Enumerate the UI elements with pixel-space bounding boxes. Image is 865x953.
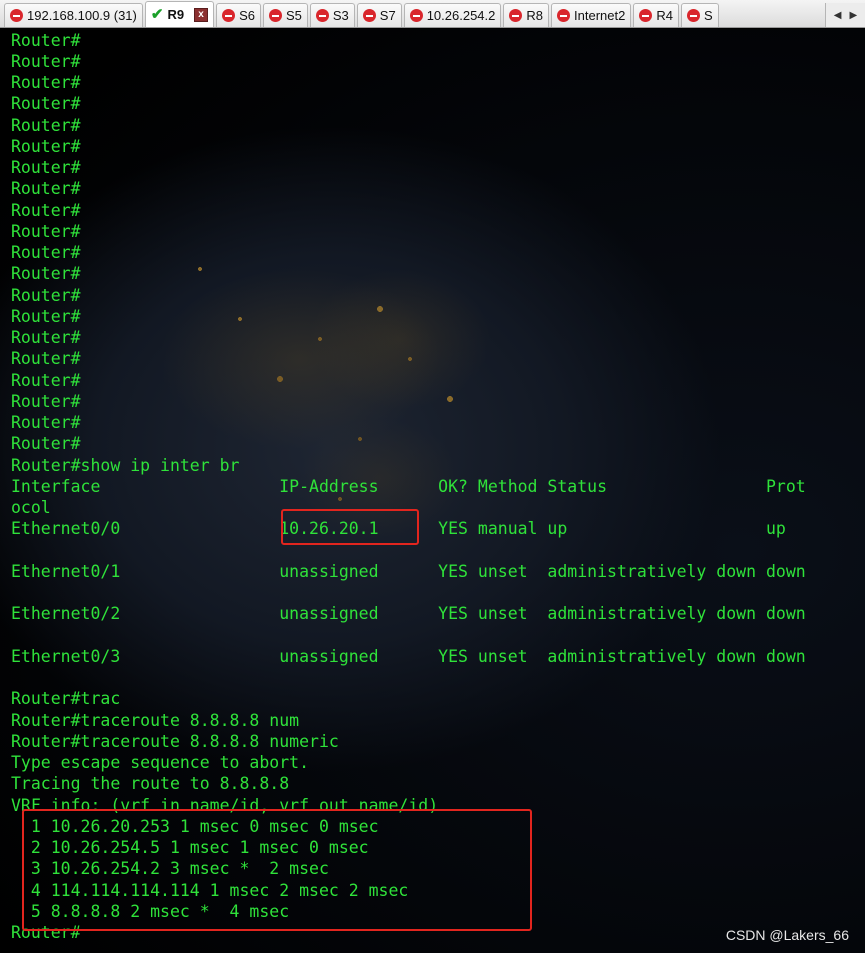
disconnected-icon <box>409 9 423 22</box>
scroll-right-icon[interactable]: ▶ <box>850 10 858 21</box>
tab-session-1[interactable]: 192.168.100.9 (31) <box>4 3 143 27</box>
tab-label: S6 <box>239 8 255 23</box>
terminal-line: Router# <box>11 221 81 241</box>
terminal-line: Router# <box>11 328 81 347</box>
disconnected-icon <box>639 9 653 22</box>
terminal-line: Router# <box>11 391 81 411</box>
disconnected-icon <box>509 9 523 22</box>
terminal-line: VRF info: (vrf in name/id, vrf out name/… <box>11 795 439 815</box>
tab-scroll-arrows: ◀ ▶ <box>825 3 865 27</box>
disconnected-icon <box>557 9 571 22</box>
terminal-line: Router# <box>11 30 81 50</box>
tab-session-internet2[interactable]: Internet2 <box>551 3 632 27</box>
tab-label: R9 <box>167 7 185 22</box>
tab-session-s3[interactable]: S3 <box>309 3 355 27</box>
tab-label: 192.168.100.9 (31) <box>27 8 137 23</box>
terminal-line: 4 114.114.114.114 1 msec 2 msec 2 msec <box>11 880 409 900</box>
terminal-line: Ethernet0/0 10.26.20.1 YES manual up up <box>11 519 786 539</box>
tab-session-s5[interactable]: S5 <box>262 3 308 27</box>
terminal-line: Router# <box>11 285 81 305</box>
terminal-line: Router# <box>11 413 81 432</box>
terminal-line: 2 10.26.254.5 1 msec 1 msec 0 msec <box>11 838 369 857</box>
close-tab-icon[interactable]: x <box>194 7 209 22</box>
terminal-line: Router# <box>11 434 81 454</box>
watermark: CSDN @Lakers_66 <box>725 927 849 943</box>
terminal-line: Router# <box>11 306 81 326</box>
tab-label: 10.26.254.2 <box>426 8 496 23</box>
tab-label: S <box>703 8 713 23</box>
terminal-line: Router# <box>11 264 81 284</box>
disconnected-icon <box>315 9 329 22</box>
terminal-line: Router#trac <box>11 689 121 709</box>
disconnected-icon <box>362 9 376 22</box>
tab-session-s6[interactable]: S6 <box>216 3 261 27</box>
terminal-line: Interface IP-Address OK? Method Status P… <box>11 476 806 496</box>
terminal-line: Router#show ip inter br <box>11 455 240 475</box>
disconnected-icon <box>222 9 236 22</box>
tab-label: S3 <box>332 8 349 23</box>
terminal-line: 3 10.26.254.2 3 msec * 2 msec <box>11 859 329 879</box>
terminal-line: Router#traceroute 8.8.8.8 num <box>11 710 300 730</box>
terminal-window[interactable]: Router# Router# Router# Router# Router# Route… <box>0 29 865 953</box>
terminal-line: Router# <box>11 94 81 114</box>
terminal-line: Router# <box>11 243 81 262</box>
tab-label: R8 <box>526 8 544 23</box>
terminal-line: Router#traceroute 8.8.8.8 numeric <box>11 731 339 751</box>
tab-session-r9[interactable]: ✔ R9 x <box>144 1 215 27</box>
session-tab-bar: 192.168.100.9 (31) ✔ R9 x S6 S5 S3 S7 10… <box>0 0 865 28</box>
terminal-line: ocol <box>11 498 51 517</box>
tab-session-r4[interactable]: R4 <box>633 3 679 27</box>
terminal-line: Router# <box>11 136 81 156</box>
disconnected-icon <box>268 9 282 22</box>
terminal-line: Type escape sequence to abort. <box>11 753 310 772</box>
connected-check-icon: ✔ <box>150 6 164 23</box>
terminal-line: Ethernet0/3 unassigned YES unset adminis… <box>11 646 806 666</box>
tab-label: R4 <box>656 8 673 23</box>
tab-label: S5 <box>285 8 302 23</box>
terminal-line: Tracing the route to 8.8.8.8 <box>11 774 290 794</box>
tab-session-s[interactable]: S <box>680 3 719 27</box>
terminal-line: Router# <box>11 73 81 92</box>
terminal-line: Router# <box>11 349 81 369</box>
terminal-line: Router# <box>11 115 81 135</box>
terminal-line: Router# <box>11 370 81 390</box>
terminal-line: Router# <box>11 179 81 199</box>
terminal-line: Router# <box>11 923 81 942</box>
tab-session-r8[interactable]: R8 <box>503 3 550 27</box>
tab-label: S7 <box>379 8 396 23</box>
tab-label: Internet2 <box>574 8 626 23</box>
tab-session-s7[interactable]: S7 <box>356 3 402 27</box>
tab-session-10-26-254-2[interactable]: 10.26.254.2 <box>403 3 502 27</box>
terminal-line: Ethernet0/1 unassigned YES unset adminis… <box>11 561 806 581</box>
scroll-left-icon[interactable]: ◀ <box>834 10 842 21</box>
terminal-line: Router# <box>11 158 81 177</box>
disconnected-icon <box>686 9 700 22</box>
disconnected-icon <box>10 9 23 22</box>
terminal-line: 5 8.8.8.8 2 msec * 4 msec <box>11 901 290 921</box>
terminal-line: Router# <box>11 51 81 71</box>
terminal-line: Ethernet0/2 unassigned YES unset adminis… <box>11 604 806 624</box>
terminal-line: 1 10.26.20.253 1 msec 0 msec 0 msec <box>11 816 379 836</box>
terminal-line: Router# <box>11 200 81 220</box>
